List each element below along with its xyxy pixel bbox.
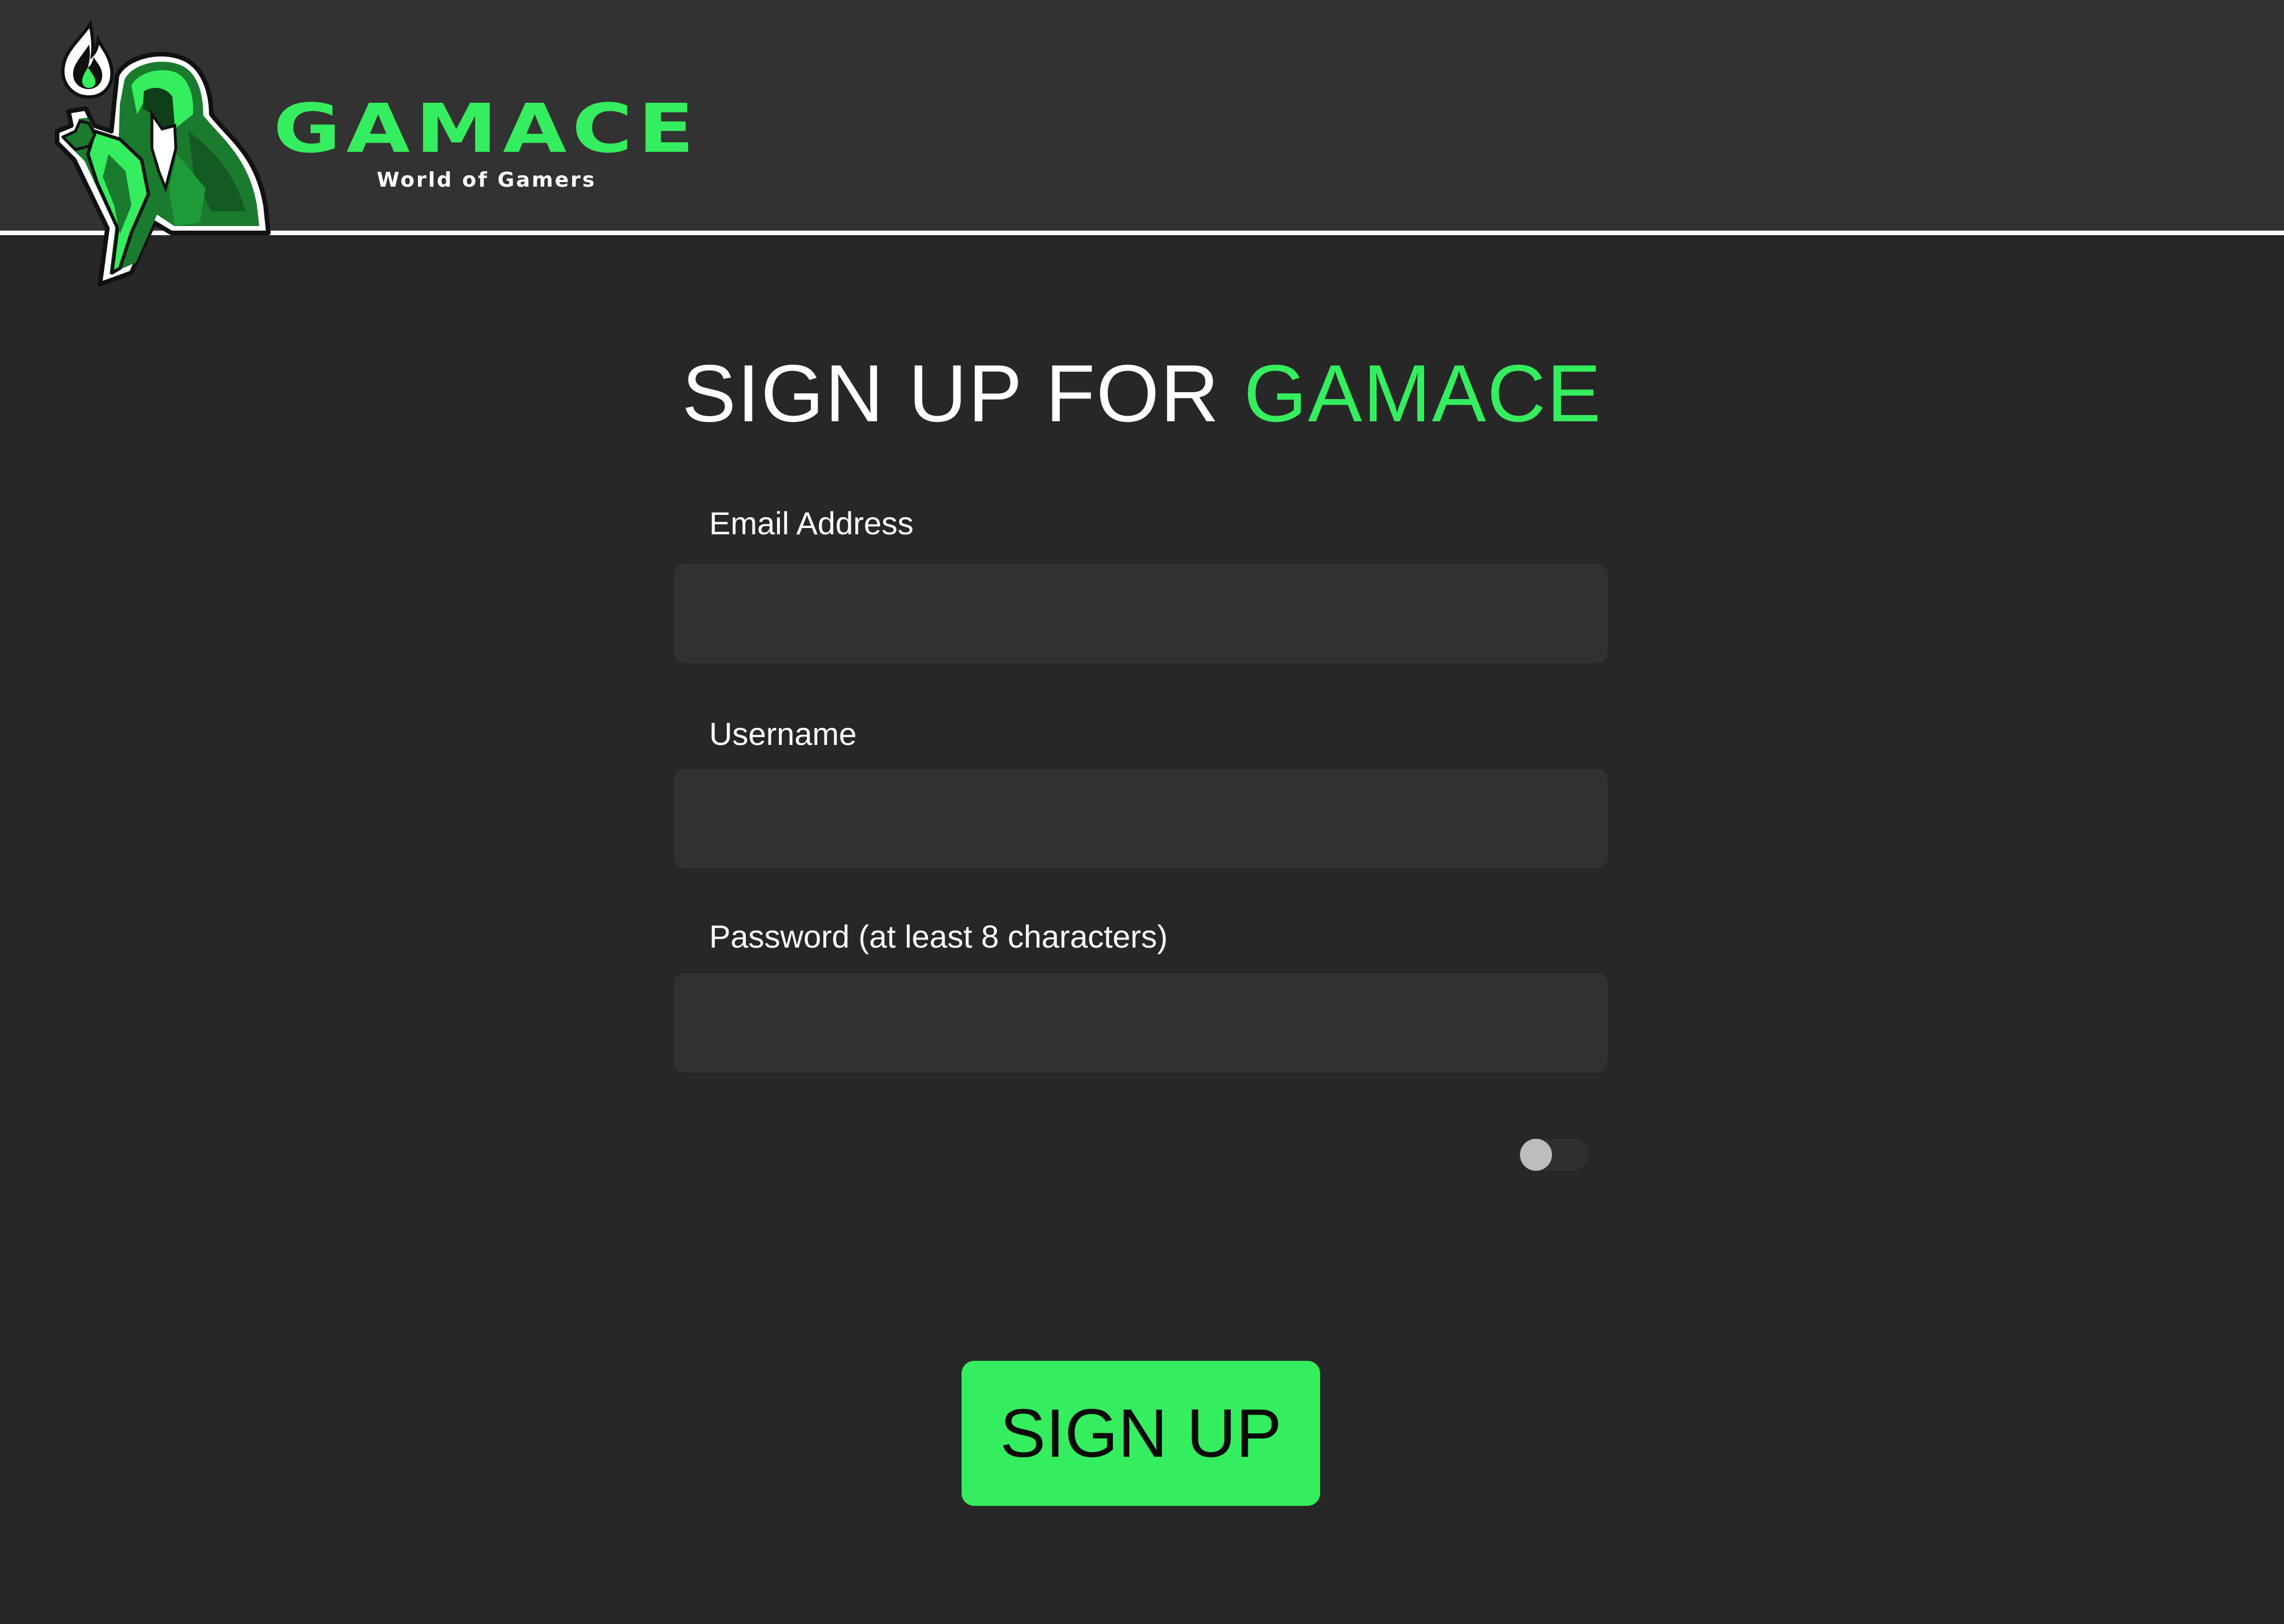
password-label: Password (at least 8 characters) [709, 918, 1168, 954]
email-field[interactable] [674, 564, 1608, 663]
signup-page: GAMACE World of Gamers SIGN UP FOR GAMAC… [0, 0, 2284, 1624]
page-title: SIGN UP FOR GAMACE [0, 345, 2284, 442]
toggle-knob [1520, 1139, 1552, 1171]
page-title-accent: GAMACE [1244, 348, 1602, 439]
gamace-mascot-logo [55, 19, 271, 287]
page-title-prefix: SIGN UP FOR [682, 348, 1220, 439]
show-password-toggle[interactable] [1519, 1139, 1589, 1171]
brand-logotype: GAMACE World of Gamers [274, 94, 694, 192]
username-field[interactable] [674, 769, 1608, 868]
brand-tagline: World of Gamers [376, 168, 597, 192]
password-field[interactable] [674, 973, 1608, 1073]
sign-up-button[interactable]: SIGN UP [962, 1361, 1320, 1506]
email-label: Email Address [709, 505, 914, 541]
brand-name: GAMACE [273, 89, 700, 168]
username-label: Username [709, 716, 857, 752]
